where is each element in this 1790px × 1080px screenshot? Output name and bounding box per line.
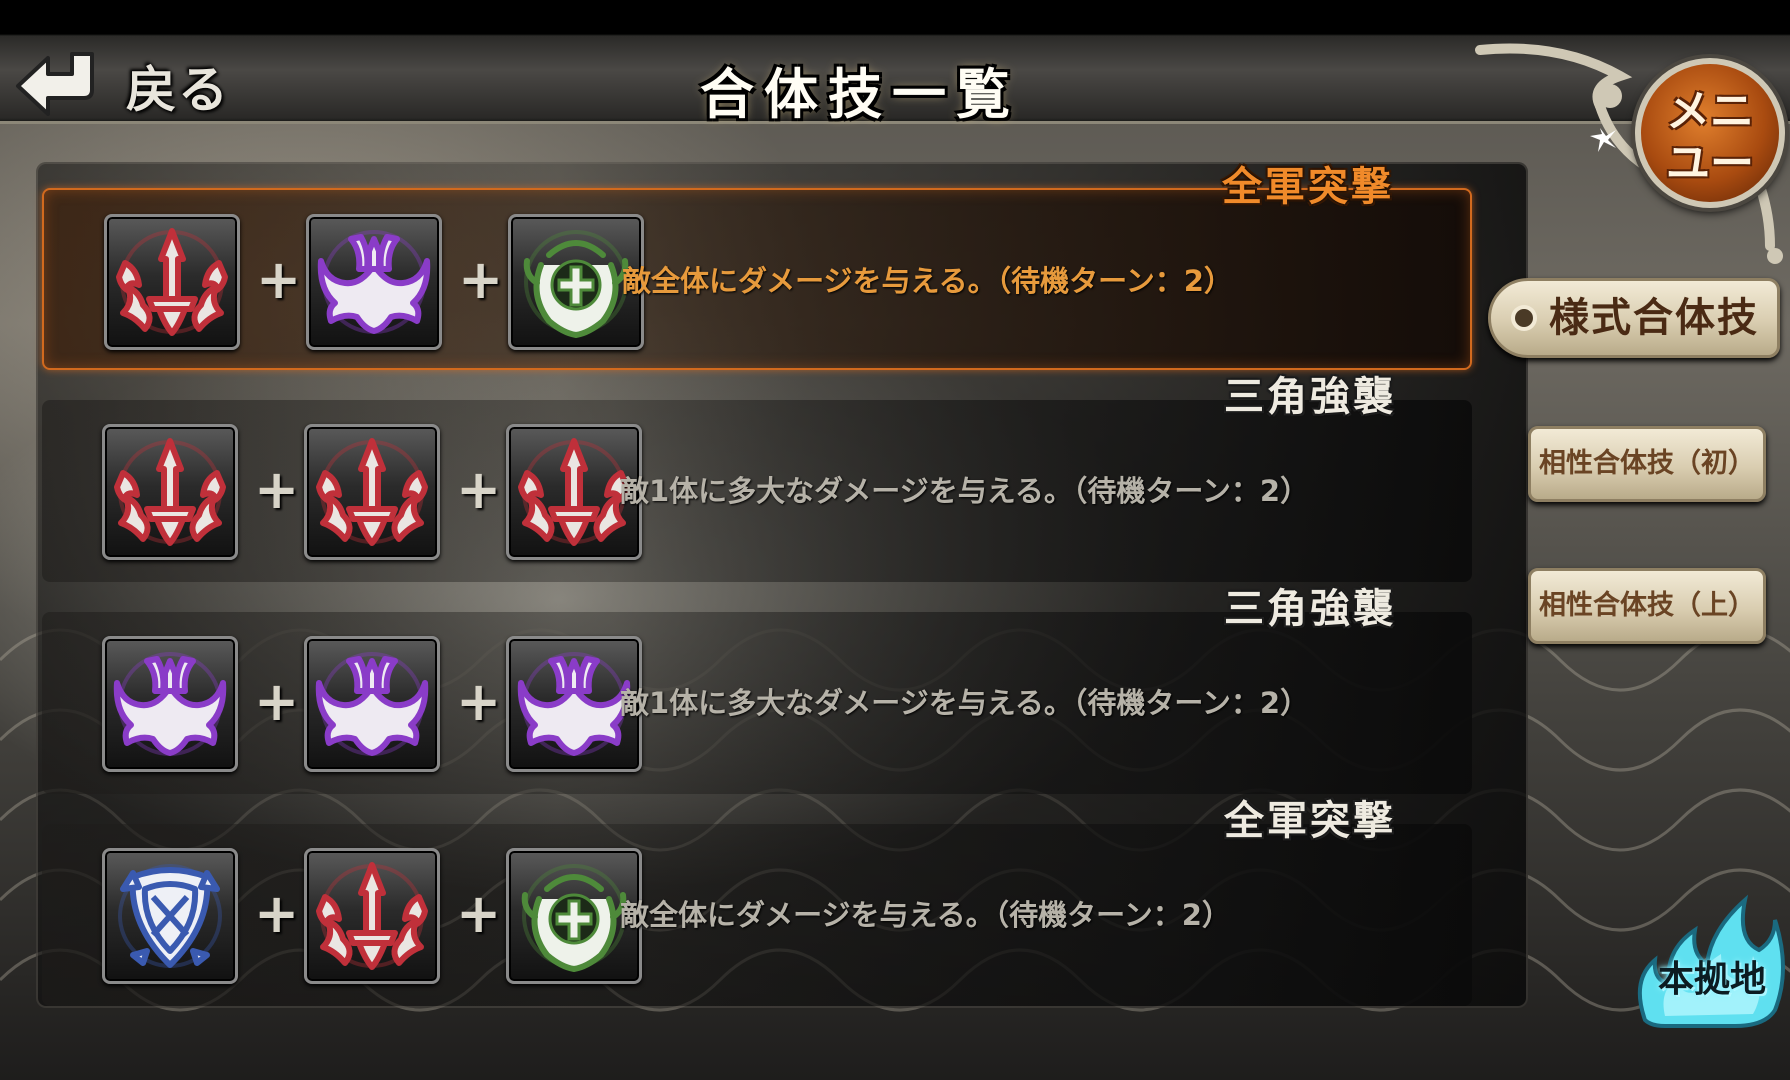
combo-row[interactable]: 全軍突撃 + + 敵全体にダメージを与える。（待機ターン：2）	[42, 164, 1472, 370]
plus-icon: +	[254, 670, 300, 733]
menu-label-line1: メニ	[1666, 86, 1754, 137]
home-base-button[interactable]: 本拠地	[1625, 880, 1785, 1030]
menu-label-line2: ユー	[1666, 138, 1754, 189]
selected-dot-icon	[1515, 309, 1533, 327]
red-sword-crest-icon	[114, 438, 226, 546]
page-title: 合体技一覧	[700, 63, 1020, 126]
green-cross-crest-icon	[523, 230, 629, 339]
purple-wing-crest-icon	[113, 652, 227, 756]
combo-name: 三角強襲	[1224, 374, 1396, 420]
red-sword-crest-icon	[518, 438, 630, 546]
combo-description: 敵全体にダメージを与える。（待機ターン：2）	[622, 264, 1233, 298]
skill-icon-slot	[104, 214, 240, 350]
menu-label: メニ ユー	[1641, 86, 1779, 190]
skill-icon-slot	[102, 848, 238, 984]
red-sword-crest-icon	[116, 228, 228, 336]
tab-affinity-combo-upper-label: 相性合体技（上）	[1539, 590, 1755, 621]
skill-icon-slot	[102, 636, 238, 772]
tab-affinity-combo-first[interactable]: 相性合体技（初）	[1528, 426, 1766, 502]
back-label: 戻る	[126, 61, 230, 119]
blue-shield-crest-icon	[118, 864, 222, 968]
combo-row[interactable]: 三角強襲 + + 敵1体に多大なダメージを与える。（待機ターン：2）	[42, 374, 1472, 582]
red-sword-crest-icon	[316, 438, 428, 546]
tab-style-combo-label: 様式合体技	[1549, 295, 1759, 341]
combo-name: 全軍突撃	[1222, 164, 1394, 210]
skill-icon-slot	[102, 424, 238, 560]
plus-icon: +	[256, 248, 302, 311]
combo-description: 敵1体に多大なダメージを与える。（待機ターン：2）	[620, 686, 1310, 720]
plus-icon: +	[254, 882, 300, 945]
plus-icon: +	[456, 670, 502, 733]
skill-icon-slot	[304, 848, 440, 984]
skill-icon-slot	[304, 424, 440, 560]
red-sword-crest-icon	[316, 862, 428, 970]
purple-wing-crest-icon	[517, 652, 631, 756]
combo-name: 三角強襲	[1224, 586, 1396, 632]
plus-icon: +	[254, 458, 300, 521]
plus-icon: +	[458, 248, 504, 311]
purple-wing-crest-icon	[317, 230, 431, 334]
combo-row[interactable]: 三角強襲 + + 敵1体に多大なダメージを与える。（待機ターン：2）	[42, 586, 1472, 794]
plus-icon: +	[456, 882, 502, 945]
plus-icon: +	[456, 458, 502, 521]
back-button[interactable]: 戻る	[8, 44, 238, 120]
tab-affinity-combo-first-label: 相性合体技（初）	[1539, 448, 1755, 479]
combo-row[interactable]: 全軍突撃 + + 敵全体にダメージを与える。（待機ターン：2）	[42, 798, 1472, 1006]
combo-name: 全軍突撃	[1224, 798, 1396, 844]
back-arrow-icon	[16, 52, 94, 116]
purple-wing-crest-icon	[315, 652, 429, 756]
combo-description: 敵全体にダメージを与える。（待機ターン：2）	[620, 898, 1231, 932]
menu-button[interactable]: メニ ユー	[1635, 58, 1785, 208]
home-base-label: 本拠地	[1657, 959, 1766, 1000]
combo-description: 敵1体に多大なダメージを与える。（待機ターン：2）	[620, 474, 1310, 508]
tab-style-combo[interactable]: 様式合体技	[1488, 278, 1780, 358]
game-screen: 戻る 合体技一覧 メニ ユー 様式合体技 相性合体技（初） 相性合体技（上） 本…	[0, 0, 1790, 1080]
skill-icon-slot	[306, 214, 442, 350]
green-cross-crest-icon	[521, 864, 627, 973]
tab-affinity-combo-upper[interactable]: 相性合体技（上）	[1528, 568, 1766, 644]
skill-icon-slot	[304, 636, 440, 772]
